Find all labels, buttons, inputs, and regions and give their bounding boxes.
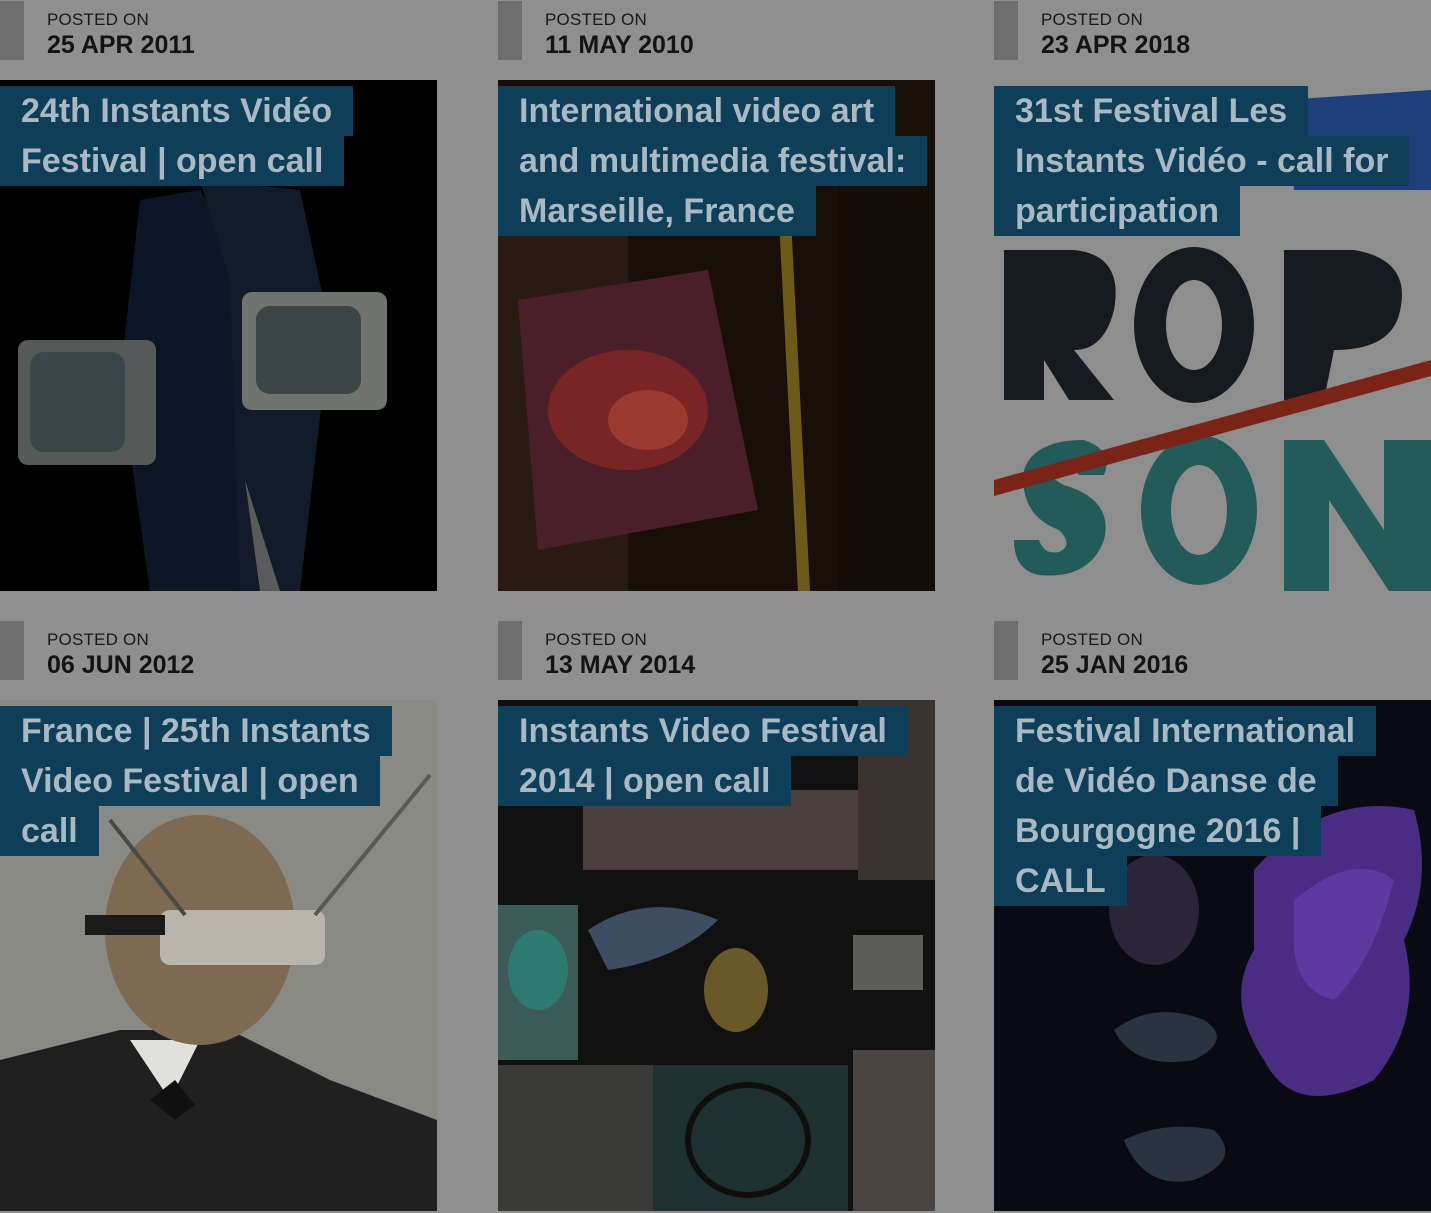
title-line[interactable]: Bourgogne 2016 | (994, 806, 1322, 856)
title-line[interactable]: call (0, 806, 99, 856)
title-line[interactable]: France | 25th Instants (0, 706, 392, 756)
post-title[interactable]: 31st Festival Les Instants Vidéo - call … (994, 86, 1431, 236)
title-line[interactable]: Festival | open call (0, 136, 345, 186)
post-date: 06 JUN 2012 (47, 651, 195, 679)
post-meta: POSTED ON 06 JUN 2012 (0, 620, 437, 680)
post-title[interactable]: Festival International de Vidéo Danse de… (994, 706, 1431, 906)
title-line[interactable]: 31st Festival Les (994, 86, 1309, 136)
post-date: 11 MAY 2010 (545, 31, 694, 59)
title-line[interactable]: International video art (498, 86, 896, 136)
posted-on-label: POSTED ON (47, 630, 149, 649)
post-meta: POSTED ON 11 MAY 2010 (498, 0, 935, 60)
post-date: 25 APR 2011 (47, 31, 195, 59)
meta-bar (498, 1, 522, 60)
post-title[interactable]: International video art and multimedia f… (498, 86, 935, 236)
post-meta: POSTED ON 13 MAY 2014 (498, 620, 935, 680)
title-line[interactable]: Instants Vidéo - call for (994, 136, 1410, 186)
posted-on-label: POSTED ON (1041, 630, 1143, 649)
meta-bar (994, 1, 1018, 60)
posted-on-label: POSTED ON (545, 630, 647, 649)
meta-bar (498, 621, 522, 680)
post-meta: POSTED ON 25 JAN 2016 (994, 620, 1431, 680)
title-line[interactable]: 2014 | open call (498, 756, 792, 806)
post-date: 25 JAN 2016 (1041, 651, 1189, 679)
title-line[interactable]: and multimedia festival: (498, 136, 928, 186)
post-meta: POSTED ON 23 APR 2018 (994, 0, 1431, 60)
post-date: 13 MAY 2014 (545, 651, 696, 679)
post-meta: POSTED ON 25 APR 2011 (0, 0, 437, 60)
meta-bar (994, 621, 1018, 680)
post-date: 23 APR 2018 (1041, 31, 1191, 59)
title-line[interactable]: Instants Video Festival (498, 706, 908, 756)
post-title[interactable]: 24th Instants Vidéo Festival | open call (0, 86, 437, 186)
title-line[interactable]: participation (994, 186, 1241, 236)
title-line[interactable]: CALL (994, 856, 1127, 906)
posted-on-label: POSTED ON (545, 10, 647, 29)
post-title[interactable]: Instants Video Festival 2014 | open call (498, 706, 935, 806)
title-line[interactable]: 24th Instants Vidéo (0, 86, 354, 136)
posted-on-label: POSTED ON (47, 10, 149, 29)
title-line[interactable]: Marseille, France (498, 186, 816, 236)
post-title[interactable]: France | 25th Instants Video Festival | … (0, 706, 437, 856)
title-line[interactable]: Video Festival | open (0, 756, 380, 806)
posts-grid: POSTED ON 25 APR 2011 24th Instants Vidé… (0, 0, 1431, 1213)
title-line[interactable]: de Vidéo Danse de (994, 756, 1338, 806)
meta-bar (0, 1, 24, 60)
meta-bar (0, 621, 24, 680)
title-line[interactable]: Festival International (994, 706, 1377, 756)
posted-on-label: POSTED ON (1041, 10, 1143, 29)
